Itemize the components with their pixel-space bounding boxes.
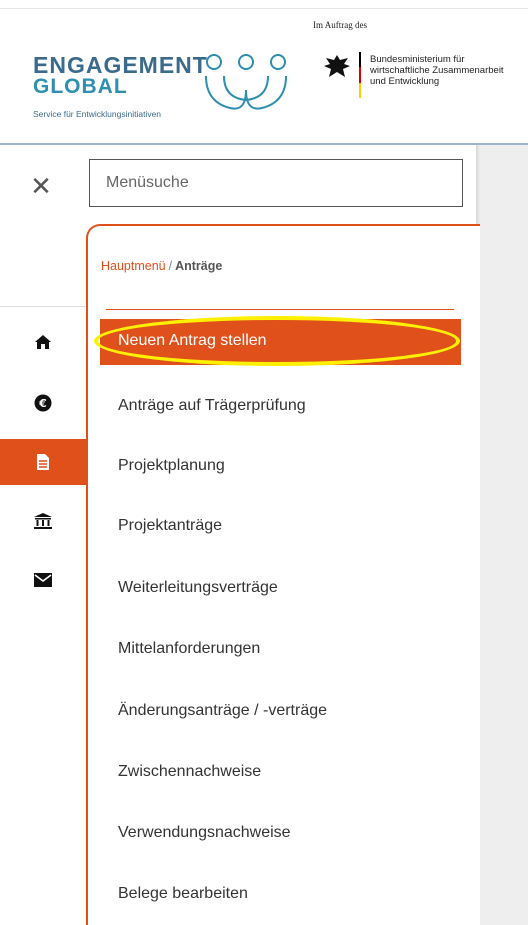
- mail-icon[interactable]: [0, 557, 86, 603]
- menu-item-traegerpruefung[interactable]: Anträge auf Trägerprüfung: [118, 397, 306, 415]
- ministry-line-1: Bundesministerium für: [370, 54, 465, 65]
- home-icon[interactable]: [0, 319, 86, 365]
- menu-item-aenderungsantraege[interactable]: Änderungsanträge / -verträge: [118, 702, 327, 720]
- breadcrumb-current: Anträge: [175, 259, 223, 273]
- ministry-name: Bundesministerium für wirtschaftliche Zu…: [370, 54, 504, 87]
- breadcrumb: Hauptmenü / Anträge: [101, 259, 222, 273]
- menu-item-projektplanung[interactable]: Projektplanung: [118, 457, 225, 475]
- page-background: [476, 145, 528, 925]
- ministry-line-3: und Entwicklung: [370, 76, 440, 87]
- menu-search-input[interactable]: [89, 159, 463, 207]
- menu-item-weiterleitungsvertraege[interactable]: Weiterleitungsverträge: [118, 579, 278, 597]
- top-rule: [0, 8, 528, 9]
- breadcrumb-divider: [106, 309, 454, 310]
- document-icon[interactable]: [0, 439, 86, 485]
- breadcrumb-separator: /: [168, 259, 173, 273]
- menu-item-verwendungsnachweise[interactable]: Verwendungsnachweise: [118, 824, 291, 842]
- logo-text-global[interactable]: GLOBAL: [33, 75, 128, 99]
- ministry-line-2: wirtschaftliche Zusammenarbeit: [370, 65, 504, 76]
- rail-divider: [0, 306, 86, 307]
- federal-eagle-icon: [324, 55, 350, 77]
- euro-icon[interactable]: €: [0, 380, 86, 426]
- menu-item-mittelanforderungen[interactable]: Mittelanforderungen: [118, 640, 260, 658]
- im-auftrag-label: Im Auftrag des: [313, 20, 367, 30]
- menu-item-label: Neuen Antrag stellen: [118, 332, 267, 349]
- menu-item-belege-bearbeiten[interactable]: Belege bearbeiten: [118, 885, 248, 903]
- close-icon[interactable]: ✕: [28, 171, 54, 201]
- menu-item-projektantraege[interactable]: Projektanträge: [118, 517, 222, 535]
- institution-icon[interactable]: [0, 498, 86, 544]
- logo-tagline: Service für Entwicklungsinitiativen: [33, 109, 162, 119]
- engagement-global-logo-icon[interactable]: [200, 50, 292, 120]
- flag-bar: [359, 52, 361, 98]
- menu-item-zwischennachweise[interactable]: Zwischennachweise: [118, 763, 261, 781]
- breadcrumb-link-hauptmenu[interactable]: Hauptmenü: [101, 259, 166, 273]
- menu-item-neuen-antrag[interactable]: Neuen Antrag stellen: [100, 319, 461, 365]
- site-header: ENGAGEMENT GLOBAL Service für Entwicklun…: [0, 0, 528, 143]
- svg-text:€: €: [38, 397, 47, 410]
